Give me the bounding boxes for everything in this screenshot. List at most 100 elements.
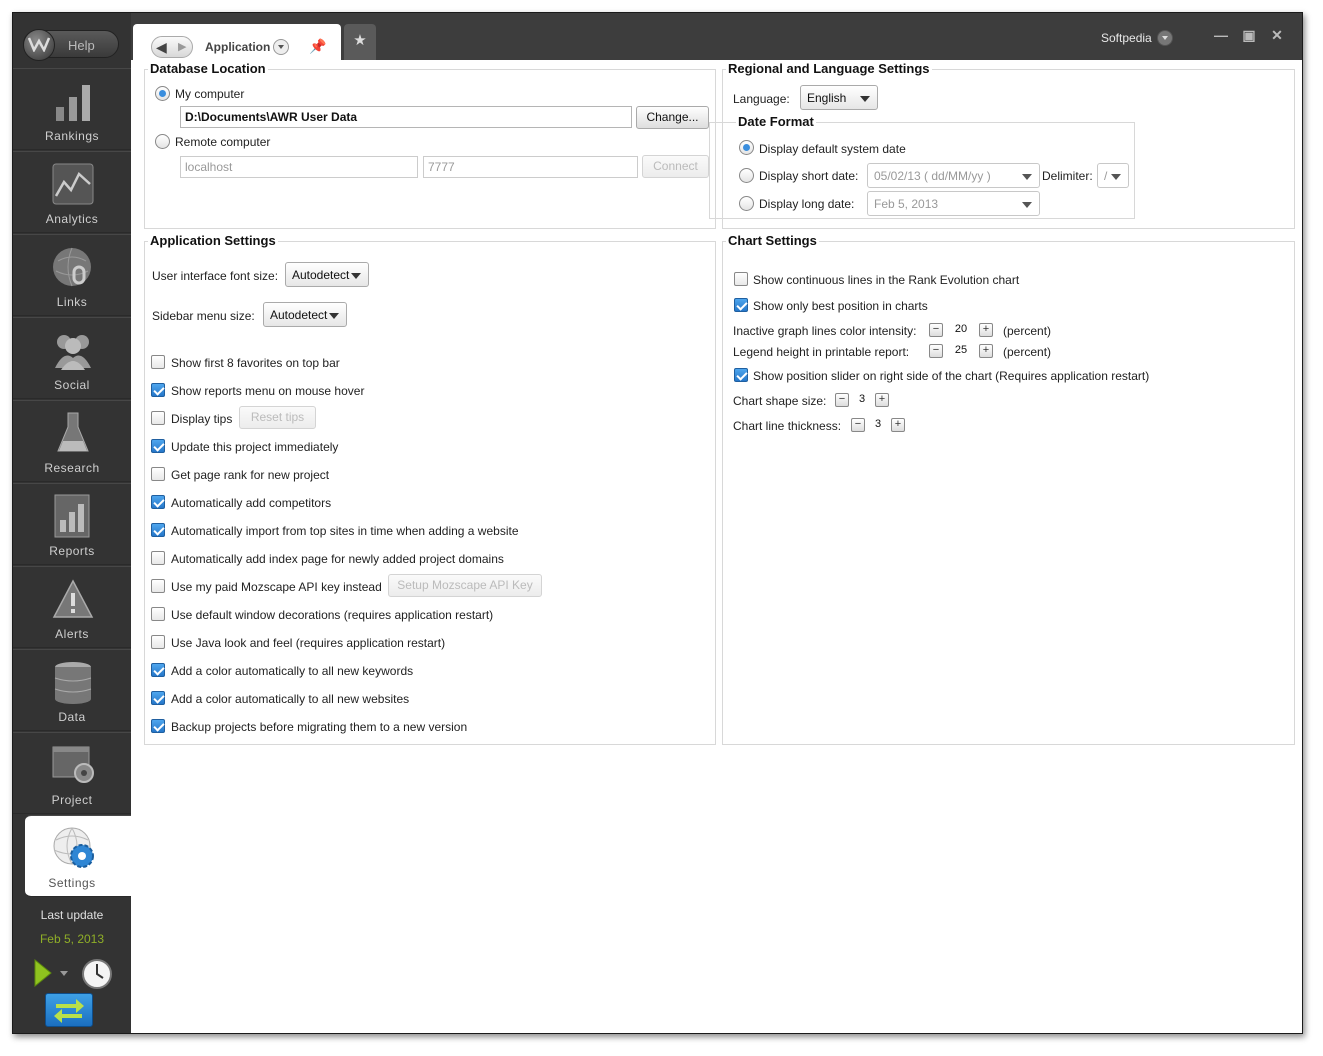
user-dropdown-icon[interactable]	[1157, 30, 1173, 46]
option-label: Add a color automatically to all new key…	[171, 664, 414, 678]
increment-button[interactable]: +	[979, 323, 993, 337]
increment-button[interactable]: +	[891, 418, 905, 432]
settings-content: Database Location My computer D:\Documen…	[131, 60, 1302, 1033]
sidebar-item-rankings[interactable]: Rankings	[13, 68, 131, 150]
database-path-field[interactable]: D:\Documents\AWR User Data	[180, 106, 632, 128]
decrement-button[interactable]: −	[929, 344, 943, 358]
delimiter-select[interactable]: /	[1097, 163, 1129, 188]
option-checkbox[interactable]	[151, 719, 165, 733]
help-button[interactable]: Help	[23, 29, 119, 61]
line-thickness-label: Chart line thickness:	[733, 419, 842, 433]
change-button[interactable]: Change...	[636, 106, 709, 129]
project-icon	[52, 743, 94, 787]
maximize-icon[interactable]: ▣	[1239, 25, 1259, 45]
option-checkbox[interactable]	[151, 579, 165, 593]
option-checkbox[interactable]	[151, 495, 165, 509]
option-label: Use default window decorations (requires…	[171, 608, 494, 622]
increment-button[interactable]: +	[979, 344, 993, 358]
regional-settings-title: Regional and Language Settings	[726, 61, 932, 76]
chevron-down-icon[interactable]	[60, 971, 68, 976]
best-position-checkbox[interactable]	[734, 298, 748, 312]
alert-icon	[52, 577, 94, 621]
user-name[interactable]: Softpedia	[1101, 31, 1152, 45]
option-checkbox[interactable]	[151, 411, 165, 425]
option-checkbox[interactable]	[151, 663, 165, 677]
sidebar-item-links[interactable]: Links	[13, 234, 131, 316]
short-date-select[interactable]: 05/02/13 ( dd/MM/yy )	[867, 163, 1040, 188]
shape-size-label: Chart shape size:	[733, 394, 827, 408]
pin-icon[interactable]: 📌	[309, 38, 326, 55]
short-date-label: Display short date:	[759, 169, 859, 183]
decrement-button[interactable]: −	[851, 418, 865, 432]
top-bar: ◀ ▶ Application 📌 ★ Softpedia — ▣ ✕	[131, 13, 1302, 60]
default-date-radio[interactable]	[739, 140, 754, 155]
sync-arrows-icon	[54, 999, 84, 1023]
rankings-icon	[52, 79, 94, 123]
position-slider-checkbox[interactable]	[734, 368, 748, 382]
long-date-radio[interactable]	[739, 196, 754, 211]
forward-arrow-icon[interactable]: ▶	[178, 40, 186, 53]
sidebar-item-data[interactable]: Data	[13, 649, 131, 731]
tab-application[interactable]: ◀ ▶ Application 📌	[133, 24, 341, 60]
legend-height-stepper[interactable]: − 25 +	[929, 344, 995, 360]
play-icon[interactable]	[33, 958, 53, 990]
remote-port-field[interactable]: 7777	[423, 156, 638, 178]
option-label: Display tips	[171, 412, 233, 426]
last-update-label: Last update	[40, 908, 104, 922]
tab-dropdown-icon[interactable]	[273, 39, 289, 55]
short-date-radio[interactable]	[739, 168, 754, 183]
close-icon[interactable]: ✕	[1267, 25, 1287, 45]
reset-tips-button[interactable]: Reset tips	[239, 406, 316, 429]
links-icon	[52, 245, 94, 289]
language-select[interactable]: English	[800, 85, 878, 110]
shape-size-stepper[interactable]: − 3 +	[835, 393, 891, 409]
option-label: Show first 8 favorites on top bar	[171, 356, 340, 370]
my-computer-radio[interactable]	[155, 86, 170, 101]
database-location-title: Database Location	[148, 61, 268, 76]
option-checkbox[interactable]	[151, 467, 165, 481]
font-size-select[interactable]: Autodetect	[285, 262, 369, 287]
back-arrow-icon[interactable]: ◀	[156, 39, 167, 56]
sidebar-item-analytics[interactable]: Analytics	[13, 151, 131, 233]
connect-button[interactable]: Connect	[642, 155, 709, 178]
option-label: Use Java look and feel (requires applica…	[171, 636, 446, 650]
clock-icon[interactable]	[81, 958, 113, 993]
option-checkbox[interactable]	[151, 607, 165, 621]
inactive-intensity-stepper[interactable]: − 20 +	[929, 323, 995, 339]
sidebar-item-settings[interactable]: Settings	[25, 815, 131, 897]
sidebar-item-project[interactable]: Project	[13, 732, 131, 814]
option-checkbox[interactable]	[151, 355, 165, 369]
decrement-button[interactable]: −	[929, 323, 943, 337]
favorites-star-icon[interactable]: ★	[344, 24, 376, 60]
sidebar-item-research[interactable]: Research	[13, 400, 131, 482]
date-format-title: Date Format	[736, 114, 816, 129]
long-date-select[interactable]: Feb 5, 2013	[867, 191, 1040, 216]
increment-button[interactable]: +	[875, 393, 889, 407]
remote-host-field[interactable]: localhost	[180, 156, 418, 178]
setup-mozscape-button[interactable]: Setup Mozscape API Key	[388, 574, 542, 597]
sidebar-item-social[interactable]: Social	[13, 317, 131, 399]
minimize-icon[interactable]: —	[1211, 25, 1231, 45]
decrement-button[interactable]: −	[835, 393, 849, 407]
continuous-lines-checkbox[interactable]	[734, 272, 748, 286]
option-label: Backup projects before migrating them to…	[171, 720, 468, 734]
remote-computer-radio[interactable]	[155, 134, 170, 149]
remote-computer-label: Remote computer	[175, 135, 271, 149]
option-checkbox[interactable]	[151, 383, 165, 397]
line-thickness-stepper[interactable]: − 3 +	[851, 418, 907, 434]
option-label: Automatically add index page for newly a…	[171, 552, 504, 566]
option-checkbox[interactable]	[151, 439, 165, 453]
option-checkbox[interactable]	[151, 691, 165, 705]
option-checkbox[interactable]	[151, 551, 165, 565]
sync-button[interactable]	[45, 993, 93, 1027]
option-label: Add a color automatically to all new web…	[171, 692, 410, 706]
inactive-intensity-label: Inactive graph lines color intensity:	[733, 324, 917, 338]
history-nav[interactable]: ◀ ▶	[151, 36, 193, 58]
sidebar-item-reports[interactable]: Reports	[13, 483, 131, 565]
option-label: Get page rank for new project	[171, 468, 330, 482]
option-checkbox[interactable]	[151, 523, 165, 537]
option-checkbox[interactable]	[151, 635, 165, 649]
sidebar-item-alerts[interactable]: Alerts	[13, 566, 131, 648]
font-size-label: User interface font size:	[152, 269, 279, 283]
sidebar-size-select[interactable]: Autodetect	[263, 302, 347, 327]
